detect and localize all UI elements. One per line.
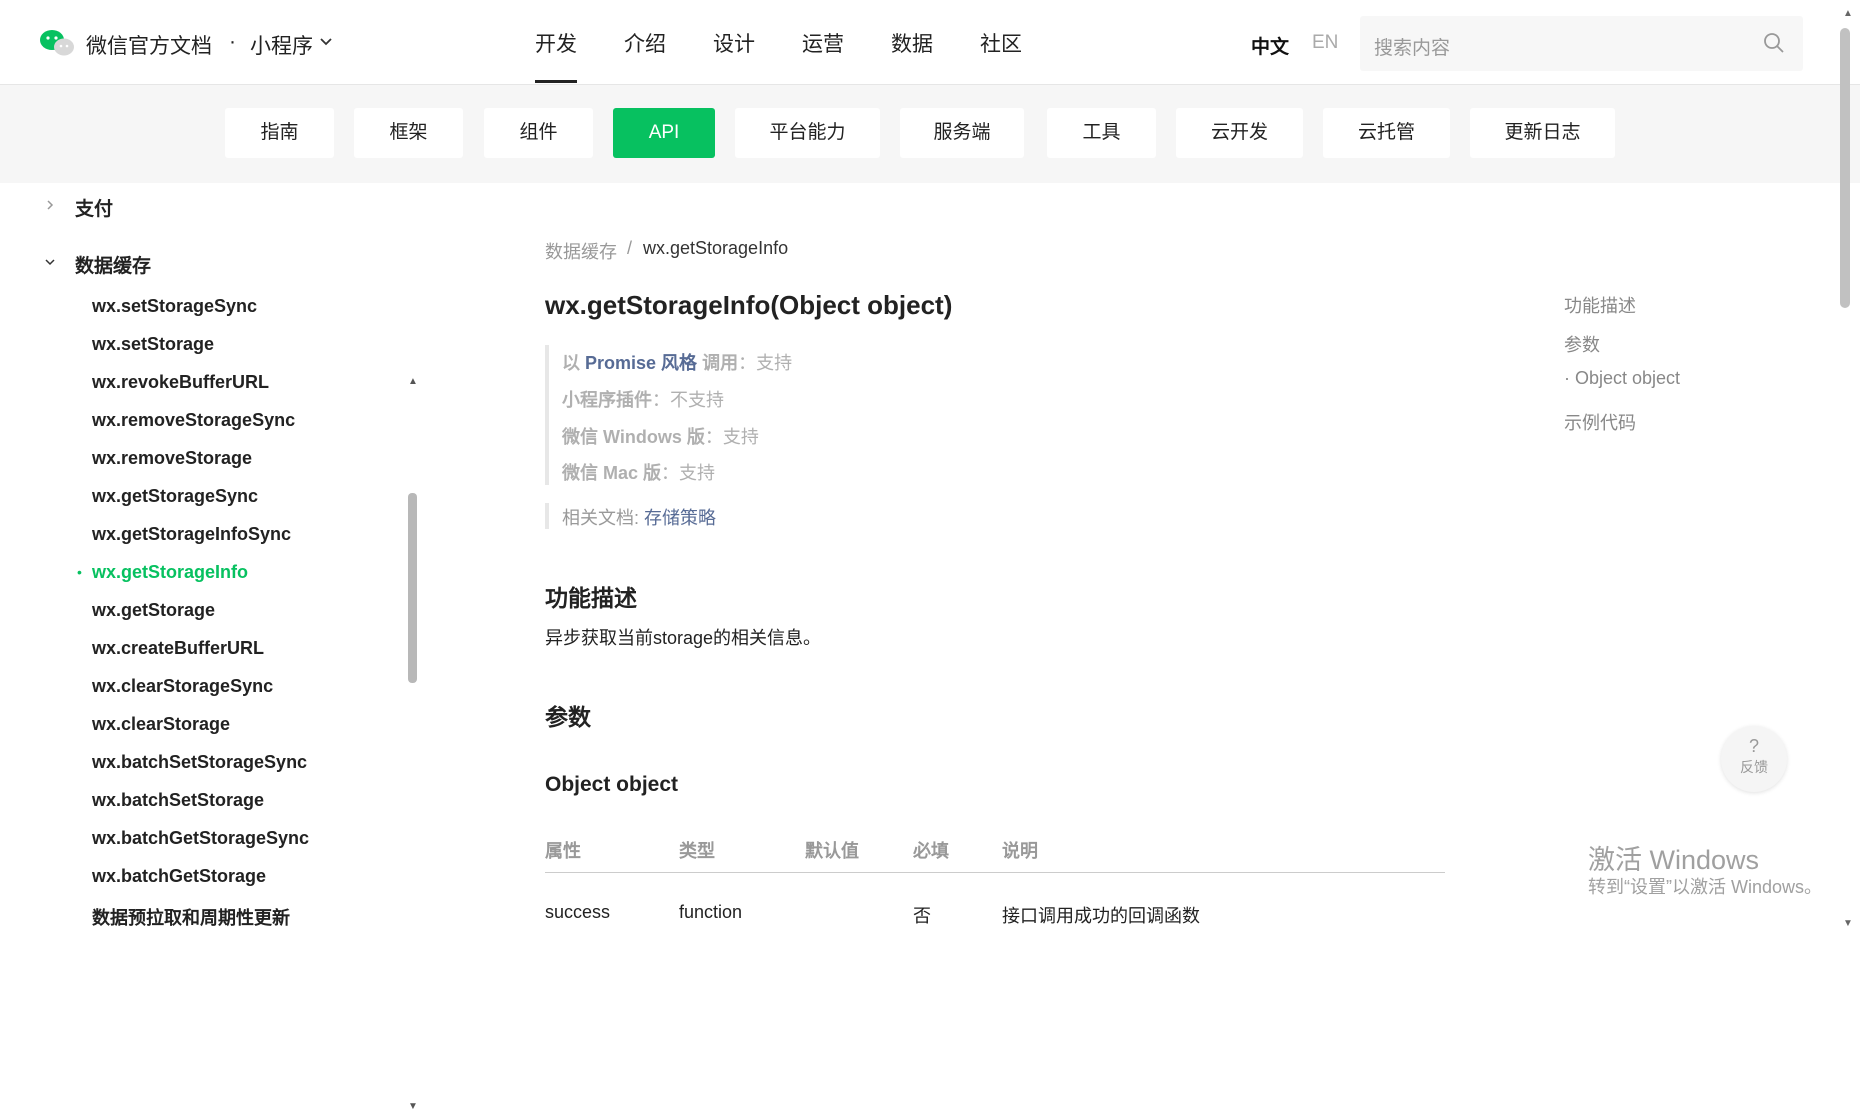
sidebar-item-active[interactable]: wx.getStorageInfo	[92, 562, 248, 583]
tab-guide[interactable]: 指南	[225, 108, 334, 158]
support-plugin: 小程序插件：不支持	[562, 390, 724, 410]
sidebar-item[interactable]: wx.clearStorageSync	[92, 676, 273, 697]
table-header-desc: 说明	[1002, 841, 1038, 861]
table-header-property: 属性	[545, 841, 581, 861]
toc-item-object[interactable]: · Object object	[1564, 368, 1680, 389]
sidebar-item[interactable]: wx.batchSetStorage	[92, 790, 264, 811]
wechat-logo-icon[interactable]	[38, 28, 76, 58]
sidebar-group-pay[interactable]: 支付	[75, 194, 113, 221]
sidebar-scroll-up[interactable]: ▲	[408, 376, 418, 387]
activation-watermark-title: 激活 Windows	[1588, 845, 1760, 875]
tab-tools[interactable]: 工具	[1047, 108, 1156, 158]
chevron-right-icon[interactable]	[44, 199, 56, 211]
object-heading: Object object	[545, 773, 679, 796]
breadcrumb-current: wx.getStorageInfo	[643, 238, 789, 258]
feedback-button[interactable]: ? 反馈	[1721, 726, 1787, 792]
nav-item-community[interactable]: 社区	[980, 28, 1022, 82]
sidebar-item[interactable]: wx.batchGetStorage	[92, 866, 266, 887]
feedback-label: 反馈	[1740, 759, 1768, 775]
table-cell-property: success	[545, 902, 611, 922]
table-cell-required: 否	[913, 906, 931, 926]
sidebar-item[interactable]: 数据预拉取和周期性更新	[92, 904, 290, 930]
toc-item-params[interactable]: 参数	[1564, 331, 1600, 357]
table-header-type: 类型	[679, 841, 715, 861]
chevron-down-icon[interactable]	[319, 35, 333, 49]
support-promise: 以 Promise 风格 调用：支持	[562, 353, 793, 373]
table-cell-type: function	[679, 902, 743, 922]
support-windows: 微信 Windows 版：支持	[562, 427, 759, 447]
product-switcher[interactable]: 小程序	[250, 30, 313, 60]
table-divider	[545, 872, 1445, 873]
sidebar: 支付 数据缓存 wx.setStorageSync wx.setStorage …	[0, 183, 425, 1112]
question-icon: ?	[1748, 736, 1759, 756]
main-nav: 开发 介绍 设计 运营 数据 社区	[535, 28, 1069, 83]
sidebar-item[interactable]: wx.getStorageInfoSync	[92, 524, 291, 545]
active-bullet: •	[77, 564, 82, 580]
sidebar-item[interactable]: wx.setStorageSync	[92, 296, 257, 317]
sidebar-item[interactable]: wx.batchSetStorageSync	[92, 752, 307, 773]
section-description-heading: 功能描述	[545, 585, 637, 611]
nav-item-data[interactable]: 数据	[891, 28, 933, 82]
page-scroll-up[interactable]: ▲	[1843, 8, 1853, 19]
search-input[interactable]: 搜索内容	[1360, 16, 1803, 71]
search-icon[interactable]	[1763, 32, 1785, 54]
sidebar-scroll-down[interactable]: ▼	[408, 1101, 418, 1112]
sidebar-group-storage[interactable]: 数据缓存	[75, 251, 151, 278]
search-placeholder: 搜索内容	[1374, 38, 1451, 59]
lang-zh-toggle[interactable]: 中文	[1251, 32, 1289, 59]
section-params-heading: 参数	[545, 704, 591, 730]
toc-item-example[interactable]: 示例代码	[1564, 409, 1636, 435]
sidebar-item[interactable]: wx.getStorage	[92, 600, 215, 621]
description-text: 异步获取当前storage的相关信息。	[545, 628, 822, 648]
page-scroll-down[interactable]: ▼	[1843, 918, 1853, 929]
sidebar-scrollbar[interactable]	[408, 493, 417, 683]
top-header: 微信官方文档 · 小程序 开发 介绍 设计 运营 数据 社区 中文 EN 搜索内…	[0, 0, 1860, 85]
related-docs: 相关文档: 存储策略	[562, 508, 717, 528]
breadcrumb-parent[interactable]: 数据缓存	[545, 238, 617, 264]
page-scrollbar[interactable]	[1840, 28, 1850, 308]
tab-cloud-hosting[interactable]: 云托管	[1323, 108, 1450, 158]
tab-changelog[interactable]: 更新日志	[1470, 108, 1615, 158]
activation-watermark-subtitle: 转到“设置”以激活 Windows。	[1588, 877, 1823, 897]
sidebar-item[interactable]: wx.setStorage	[92, 334, 214, 355]
sidebar-item[interactable]: wx.clearStorage	[92, 714, 230, 735]
breadcrumb-separator: /	[627, 238, 633, 258]
sidebar-item[interactable]: wx.removeStorageSync	[92, 410, 295, 431]
tab-server[interactable]: 服务端	[900, 108, 1024, 158]
tab-framework[interactable]: 框架	[354, 108, 463, 158]
storage-strategy-link[interactable]: 存储策略	[644, 508, 716, 528]
page-title: wx.getStorageInfo(Object object)	[545, 290, 953, 320]
nav-item-intro[interactable]: 介绍	[624, 28, 666, 82]
tab-platform[interactable]: 平台能力	[735, 108, 880, 158]
table-header-default: 默认值	[805, 841, 859, 861]
category-tabs: 指南 框架 组件 API 平台能力 服务端 工具 云开发 云托管 更新日志	[0, 85, 1860, 183]
chevron-down-icon[interactable]	[44, 256, 56, 268]
brand-title[interactable]: 微信官方文档	[86, 30, 212, 60]
sidebar-item[interactable]: wx.revokeBufferURL	[92, 372, 269, 393]
promise-style-link[interactable]: Promise 风格	[585, 353, 697, 373]
sidebar-item[interactable]: wx.removeStorage	[92, 448, 252, 469]
sidebar-item[interactable]: wx.createBufferURL	[92, 638, 264, 659]
tab-components[interactable]: 组件	[484, 108, 593, 158]
sidebar-item[interactable]: wx.getStorageSync	[92, 486, 258, 507]
lang-en-toggle[interactable]: EN	[1312, 32, 1338, 54]
nav-item-design[interactable]: 设计	[713, 28, 755, 82]
table-cell-desc: 接口调用成功的回调函数	[1002, 906, 1200, 926]
nav-item-operate[interactable]: 运营	[802, 28, 844, 82]
support-mac: 微信 Mac 版：支持	[562, 463, 716, 483]
tab-api[interactable]: API	[613, 108, 715, 158]
tab-cloud-dev[interactable]: 云开发	[1176, 108, 1303, 158]
nav-item-dev[interactable]: 开发	[535, 28, 577, 83]
toc-item-description[interactable]: 功能描述	[1564, 292, 1636, 318]
sidebar-item[interactable]: wx.batchGetStorageSync	[92, 828, 309, 849]
brand-separator: ·	[229, 30, 236, 53]
table-header-required: 必填	[913, 841, 949, 861]
